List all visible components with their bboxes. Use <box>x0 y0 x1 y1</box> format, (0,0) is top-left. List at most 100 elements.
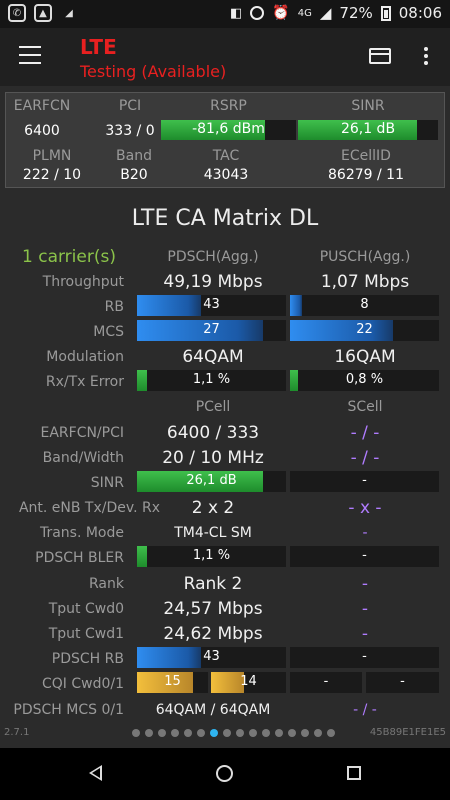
notification-icons: ✆ ▲ ◢ <box>8 4 78 22</box>
page-dot[interactable] <box>145 729 153 737</box>
scell-pdsch-rb-value: - <box>362 649 367 664</box>
label-pdsch-rb: PDSCH RB <box>51 651 124 667</box>
back-icon[interactable] <box>89 765 102 781</box>
page-dot[interactable] <box>288 729 296 737</box>
scell-pdsch-rb-bar: - <box>290 647 439 668</box>
sinr-label: SINR <box>351 98 385 114</box>
page-dot[interactable] <box>223 729 231 737</box>
page-dot[interactable] <box>210 729 218 737</box>
scell-pdsch-mcs: - / - <box>353 702 377 718</box>
scell-header: SCell <box>347 399 383 415</box>
err-dl-bar: 1,1 % <box>137 370 286 391</box>
card-view-icon[interactable] <box>369 48 391 64</box>
label-tput-cwd1: Tput Cwd1 <box>48 626 124 642</box>
label-cqi: CQI Cwd0/1 <box>41 676 124 692</box>
page-dot[interactable] <box>249 729 257 737</box>
page-dot[interactable] <box>236 729 244 737</box>
page-dot[interactable] <box>327 729 335 737</box>
pcell-header: PCell <box>195 399 231 415</box>
carrier-count: 1 carrier(s) <box>22 247 116 267</box>
label-trans-mode: Trans. Mode <box>39 525 124 541</box>
pcell-bler-value: 1,1 % <box>192 548 231 563</box>
scell-cqi0-value: - <box>323 674 329 689</box>
rb-ul-bar: 8 <box>290 295 439 316</box>
pcell-bler-bar: 1,1 % <box>137 546 286 567</box>
serving-cell-panel: EARFCN PCI RSRP SINR 6400 333 / 0 -81,6 … <box>5 92 445 188</box>
cqi-cwd0-bar: 15 <box>137 672 208 693</box>
page-indicator[interactable] <box>132 729 335 737</box>
rb-dl-value: 43 <box>203 297 220 312</box>
rb-dl-bar: 43 <box>137 295 286 316</box>
app-bar: LTE Testing (Available) <box>0 28 450 86</box>
image-icon: ▲ <box>34 4 52 22</box>
err-ul-bar: 0,8 % <box>290 370 439 391</box>
pdsch-header: PDSCH(Agg.) <box>167 249 259 265</box>
err-dl-value: 1,1 % <box>192 372 231 387</box>
pci-value: 333 / 0 <box>105 123 155 139</box>
page-dot[interactable] <box>314 729 322 737</box>
page-dot[interactable] <box>275 729 283 737</box>
pcell-band-width: 20 / 10 MHz <box>162 448 264 468</box>
band-value: B20 <box>120 167 148 183</box>
label-throughput: Throughput <box>42 274 124 290</box>
scell-cqi1-bar: - <box>366 672 439 693</box>
home-icon[interactable] <box>216 765 233 782</box>
label-modulation: Modulation <box>46 349 124 365</box>
app-subtitle: Testing (Available) <box>80 62 227 81</box>
pcell-tput-cwd1: 24,62 Mbps <box>163 624 263 644</box>
pcell-antenna: 2 x 2 <box>191 498 235 518</box>
page-dot[interactable] <box>184 729 192 737</box>
label-tput-cwd0: Tput Cwd0 <box>48 601 124 617</box>
version-label: 2.7.1 <box>4 727 30 738</box>
scell-sinr-bar: - <box>290 471 439 492</box>
scell-antenna: - x - <box>348 498 382 518</box>
label-antenna: Ant. eNB Tx/Dev. Rx <box>18 500 160 516</box>
scell-bler-value: - <box>362 548 367 563</box>
battery-percent: 72% <box>339 4 373 22</box>
cqi-cwd0-value: 15 <box>164 674 181 689</box>
mcs-dl-value: 27 <box>203 322 220 337</box>
whatsapp-icon: ✆ <box>8 4 26 22</box>
rsrp-bar: -81,6 dBm <box>161 120 296 140</box>
plmn-value: 222 / 10 <box>22 167 82 183</box>
label-earfcn-pci: EARFCN/PCI <box>40 425 124 441</box>
matrix-title: LTE CA Matrix DL <box>131 206 319 231</box>
scell-trans-mode: - <box>362 525 368 541</box>
page-dot[interactable] <box>132 729 140 737</box>
network-type: 4G <box>297 7 312 19</box>
page-dot[interactable] <box>301 729 309 737</box>
rb-ul-value: 8 <box>360 297 369 312</box>
mcs-ul-value: 22 <box>356 322 373 337</box>
mod-dl: 64QAM <box>182 347 244 367</box>
page-dot[interactable] <box>262 729 270 737</box>
pcell-pdsch-rb-bar: 43 <box>137 647 286 668</box>
mcs-ul-bar: 22 <box>290 320 439 341</box>
mod-ul: 16QAM <box>334 347 396 367</box>
alarm-icon: ⏰ <box>272 5 290 21</box>
cqi-cwd1-value: 14 <box>240 674 257 689</box>
page-dot[interactable] <box>158 729 166 737</box>
tac-value: 43043 <box>203 167 249 183</box>
page-dot[interactable] <box>197 729 205 737</box>
label-mcs: MCS <box>93 324 124 340</box>
screenshot-icon: ◧ <box>230 5 243 21</box>
pcell-trans-mode: TM4-CL SM <box>174 525 252 541</box>
dnd-icon <box>250 6 265 20</box>
scell-tput-cwd0: - <box>361 599 369 619</box>
earfcn-value: 6400 <box>24 123 60 139</box>
pcell-earfcn-pci: 6400 / 333 <box>166 423 260 443</box>
more-options-icon[interactable] <box>424 47 428 68</box>
page-dot[interactable] <box>171 729 179 737</box>
sinr-value: 26,1 dB <box>340 121 396 137</box>
scell-rank: - <box>361 574 369 594</box>
pcell-tput-cwd0: 24,57 Mbps <box>163 599 263 619</box>
tac-label: TAC <box>212 148 240 164</box>
scell-bler-bar: - <box>290 546 439 567</box>
recents-icon[interactable] <box>347 766 361 780</box>
menu-icon[interactable] <box>19 46 41 64</box>
band-label: Band <box>116 148 152 164</box>
pusch-header: PUSCH(Agg.) <box>319 249 411 265</box>
status-right: ◧ ⏰ 4G ◢ 72% 08:06 <box>230 4 442 22</box>
mcs-dl-bar: 27 <box>137 320 286 341</box>
rsrp-label: RSRP <box>210 98 247 114</box>
